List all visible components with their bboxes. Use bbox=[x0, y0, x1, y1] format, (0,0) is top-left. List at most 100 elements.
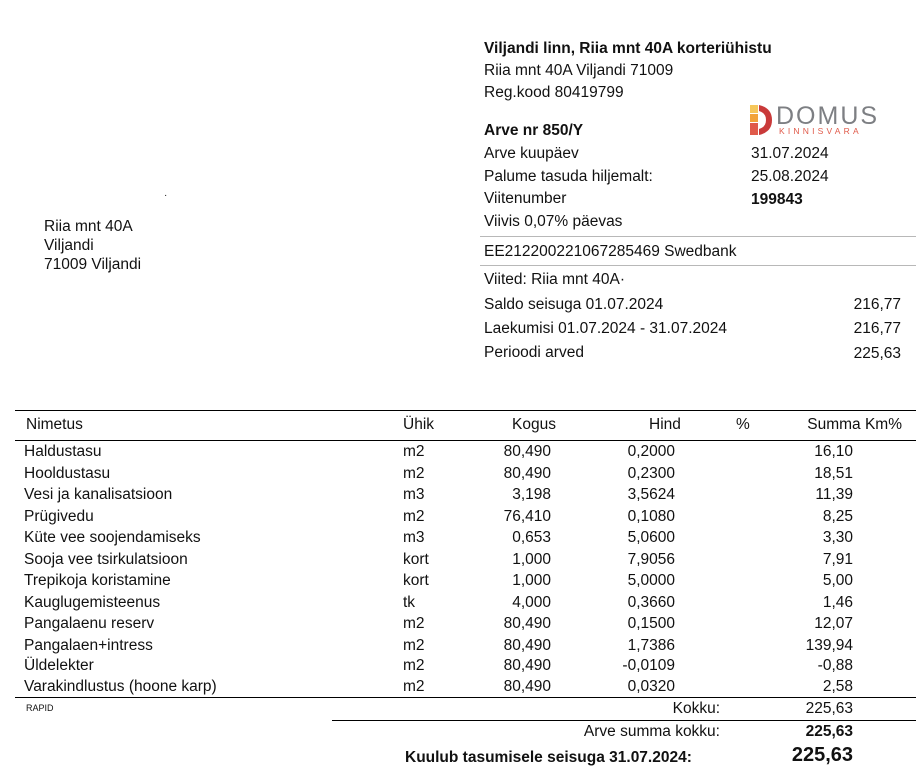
item-name: Hooldustasu bbox=[24, 464, 111, 482]
item-price: 0,0320 bbox=[627, 678, 675, 695]
table-row: Pangalaen+intress m2 80,490 1,7386 139,9… bbox=[0, 637, 923, 658]
item-name: Pangalaenu reserv bbox=[24, 615, 155, 632]
item-qty: 80,490 bbox=[503, 657, 551, 674]
balance-value: 216,77 bbox=[853, 296, 901, 313]
item-unit: m3 bbox=[403, 529, 425, 546]
total-value: 225,63 bbox=[805, 700, 853, 717]
item-qty: 80,490 bbox=[503, 678, 551, 695]
item-name: Kauglugemisteenus bbox=[24, 593, 161, 611]
table-row: Hooldustasu m2 80,490 0,2300 18,51 bbox=[0, 465, 923, 486]
item-sum: 5,00 bbox=[822, 572, 853, 589]
table-row: Vesi ja kanalisatsioon m3 3,198 3,5624 1… bbox=[0, 486, 923, 507]
invoice-number: Arve nr 850/Y bbox=[484, 122, 584, 139]
invoice-total-value: 225,63 bbox=[805, 723, 853, 740]
association-name: Viljandi linn, Riia mnt 40A korteriühist… bbox=[484, 40, 772, 57]
item-price: 0,2300 bbox=[627, 464, 675, 482]
item-qty: 80,490 bbox=[503, 615, 551, 632]
item-qty: 0,653 bbox=[512, 529, 551, 546]
item-price: 3,5624 bbox=[627, 486, 675, 503]
totals-rule bbox=[332, 720, 916, 721]
item-sum: 7,91 bbox=[822, 550, 853, 568]
bank-account: EE212200221067285469 Swedbank bbox=[484, 243, 737, 260]
recipient-line-1: Riia mnt 40A bbox=[44, 218, 133, 235]
item-name: Pangalaen+intress bbox=[24, 636, 153, 654]
invoice-date-label: Arve kuupäev bbox=[484, 145, 579, 162]
due-date-value: 25.08.2024 bbox=[751, 168, 829, 185]
table-bottom-rule bbox=[15, 697, 916, 698]
item-name: Üldelekter bbox=[24, 657, 94, 674]
item-qty: 80,490 bbox=[503, 464, 551, 482]
item-name: Trepikoja koristamine bbox=[24, 572, 171, 589]
item-name: Haldustasu bbox=[24, 443, 102, 460]
rapid-label: RAPID bbox=[26, 703, 54, 713]
item-name: Varakindlustus (hoone karp) bbox=[24, 678, 217, 695]
domus-logo-icon bbox=[750, 105, 772, 135]
item-qty: 80,490 bbox=[503, 636, 551, 654]
item-name: Vesi ja kanalisatsioon bbox=[24, 486, 173, 503]
period-invoices-label: Perioodi arved bbox=[484, 344, 584, 361]
table-row: Haldustasu m2 80,490 0,2000 16,10 bbox=[0, 443, 923, 464]
header-name: Nimetus bbox=[26, 416, 83, 433]
invoice-date-value: 31.07.2024 bbox=[751, 145, 829, 162]
amount-due-label: Kuulub tasumisele seisuga 31.07.2024: bbox=[405, 749, 692, 766]
item-qty: 1,000 bbox=[512, 550, 551, 568]
item-sum: 11,39 bbox=[815, 486, 853, 503]
payments-label: Laekumisi 01.07.2024 - 31.07.2024 bbox=[484, 320, 728, 337]
item-unit: m2 bbox=[403, 636, 425, 654]
item-qty: 80,490 bbox=[503, 443, 551, 460]
item-sum: 12,07 bbox=[814, 615, 853, 632]
item-unit: m3 bbox=[403, 486, 425, 503]
table-row: Prügivedu m2 76,410 0,1080 8,25 bbox=[0, 508, 923, 529]
table-row: Pangalaenu reserv m2 80,490 0,1500 12,07 bbox=[0, 615, 923, 636]
references: Viited: Riia mnt 40A· bbox=[484, 271, 625, 288]
association-reg-code: Reg.kood 80419799 bbox=[484, 84, 624, 101]
domus-logo: DOMUS KINNISVARA bbox=[750, 102, 890, 138]
item-name: Sooja vee tsirkulatsioon bbox=[24, 550, 188, 568]
item-qty: 76,410 bbox=[503, 507, 551, 525]
due-date-label: Palume tasuda hiljemalt: bbox=[484, 168, 653, 185]
logo-subtitle: KINNISVARA bbox=[779, 126, 862, 136]
total-label: Kokku: bbox=[672, 700, 720, 717]
item-price: 0,1080 bbox=[627, 507, 675, 525]
item-unit: m2 bbox=[403, 615, 425, 632]
divider bbox=[480, 236, 916, 237]
table-row: Üldelekter m2 80,490 -0,0109 -0,88 bbox=[0, 657, 923, 678]
item-price: 0,1500 bbox=[627, 615, 675, 632]
item-sum: 18,51 bbox=[814, 464, 853, 482]
table-row: Kauglugemisteenus tk 4,000 0,3660 1,46 bbox=[0, 594, 923, 615]
item-name: Prügivedu bbox=[24, 507, 94, 525]
item-unit: tk bbox=[403, 593, 416, 611]
item-sum: 139,94 bbox=[805, 636, 853, 654]
recipient-address: Riia mnt 40A Viljandi 71009 Viljandi bbox=[44, 217, 141, 274]
item-price: 0,2000 bbox=[627, 443, 675, 460]
association-address: Riia mnt 40A Viljandi 71009 bbox=[484, 62, 674, 79]
item-qty: 3,198 bbox=[512, 486, 551, 503]
reference-label: Viitenumber bbox=[484, 190, 567, 207]
period-invoices-value: 225,63 bbox=[853, 345, 901, 362]
item-unit: kort bbox=[403, 572, 429, 589]
table-row: Trepikoja koristamine kort 1,000 5,0000 … bbox=[0, 572, 923, 593]
item-price: 0,3660 bbox=[627, 593, 675, 611]
balance-label: Saldo seisuga 01.07.2024 bbox=[484, 296, 664, 313]
table-row: Küte vee soojendamiseks m3 0,653 5,0600 … bbox=[0, 529, 923, 550]
header-qty: Kogus bbox=[512, 416, 556, 433]
penalty-rate: Viivis 0,07% päevas bbox=[484, 213, 623, 230]
recipient-line-3: 71009 Viljandi bbox=[44, 256, 142, 273]
payments-value: 216,77 bbox=[853, 320, 901, 337]
address-mark: · bbox=[164, 190, 168, 201]
item-price: 7,9056 bbox=[627, 550, 675, 568]
header-unit: Ühik bbox=[403, 416, 435, 433]
item-name: Küte vee soojendamiseks bbox=[24, 529, 201, 546]
recipient-line-2: Viljandi bbox=[44, 237, 94, 254]
item-unit: m2 bbox=[403, 443, 425, 460]
item-sum: 2,58 bbox=[822, 678, 853, 695]
table-header: Nimetus Ühik Kogus Hind % Summa Km% bbox=[0, 416, 923, 437]
item-price: -0,0109 bbox=[622, 657, 675, 674]
header-sum: Summa Km% bbox=[807, 416, 902, 433]
reference-number: 199843 bbox=[751, 191, 803, 208]
item-price: 5,0000 bbox=[627, 572, 675, 589]
item-unit: m2 bbox=[403, 464, 425, 482]
invoice-total-label: Arve summa kokku: bbox=[583, 723, 720, 740]
table-row: Varakindlustus (hoone karp) m2 80,490 0,… bbox=[0, 678, 923, 699]
amount-due-value: 225,63 bbox=[791, 744, 853, 766]
